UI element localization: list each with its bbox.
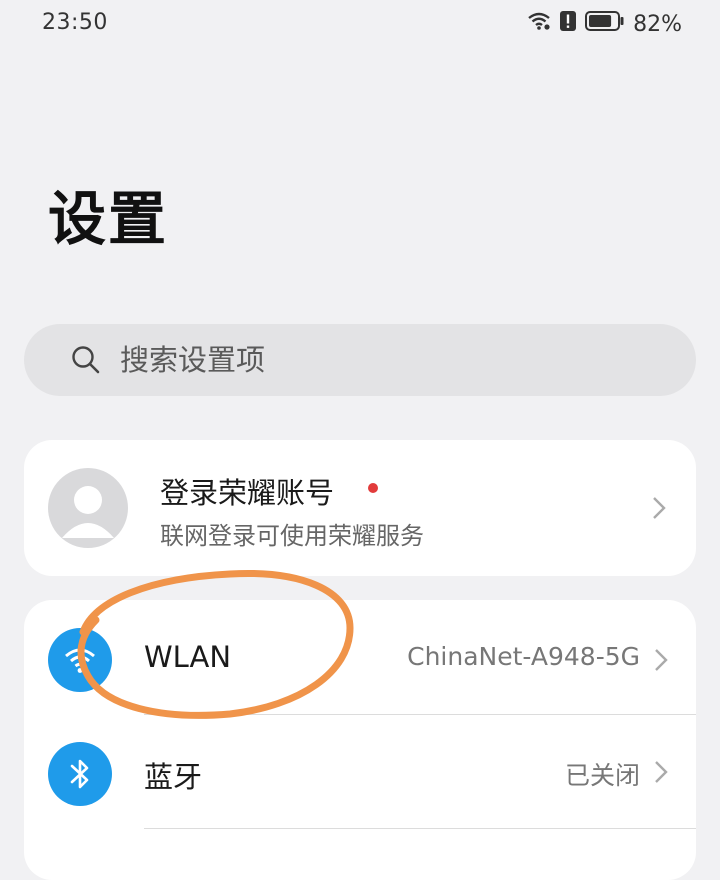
settings-item-value: 已关闭: [564, 761, 640, 790]
wifi-icon: [48, 628, 112, 692]
alert-icon: [559, 10, 577, 38]
search-icon: [70, 344, 102, 380]
battery-icon: [585, 10, 625, 38]
battery-percent: 82%: [633, 11, 682, 37]
wifi-status-icon: [527, 11, 551, 37]
account-title: 登录荣耀账号: [160, 476, 335, 510]
status-bar: 23:50 82%: [0, 0, 720, 50]
avatar: [48, 468, 128, 548]
account-subtitle: 联网登录可使用荣耀服务: [160, 522, 424, 550]
settings-item-label: 蓝牙: [144, 760, 203, 794]
connectivity-card: WLAN ChinaNet-A948-5G 蓝牙 已关闭: [24, 600, 696, 880]
chevron-right-icon: [652, 496, 666, 520]
status-time: 23:50: [42, 10, 108, 35]
notification-dot: [368, 483, 378, 493]
bluetooth-icon: [48, 742, 112, 806]
page-title: 设置: [48, 185, 169, 253]
settings-item-bluetooth[interactable]: 蓝牙 已关闭: [24, 714, 696, 826]
settings-item-value: ChinaNet-A948-5G: [407, 642, 640, 671]
status-right: 82%: [527, 10, 682, 38]
chevron-right-icon: [654, 648, 668, 672]
search-input[interactable]: [120, 340, 680, 380]
search-bar[interactable]: [24, 324, 696, 396]
settings-item-label: WLAN: [144, 640, 232, 674]
divider: [144, 828, 696, 829]
account-card[interactable]: 登录荣耀账号 联网登录可使用荣耀服务: [24, 440, 696, 576]
chevron-right-icon: [654, 760, 668, 784]
settings-item-wlan[interactable]: WLAN ChinaNet-A948-5G: [24, 600, 696, 712]
